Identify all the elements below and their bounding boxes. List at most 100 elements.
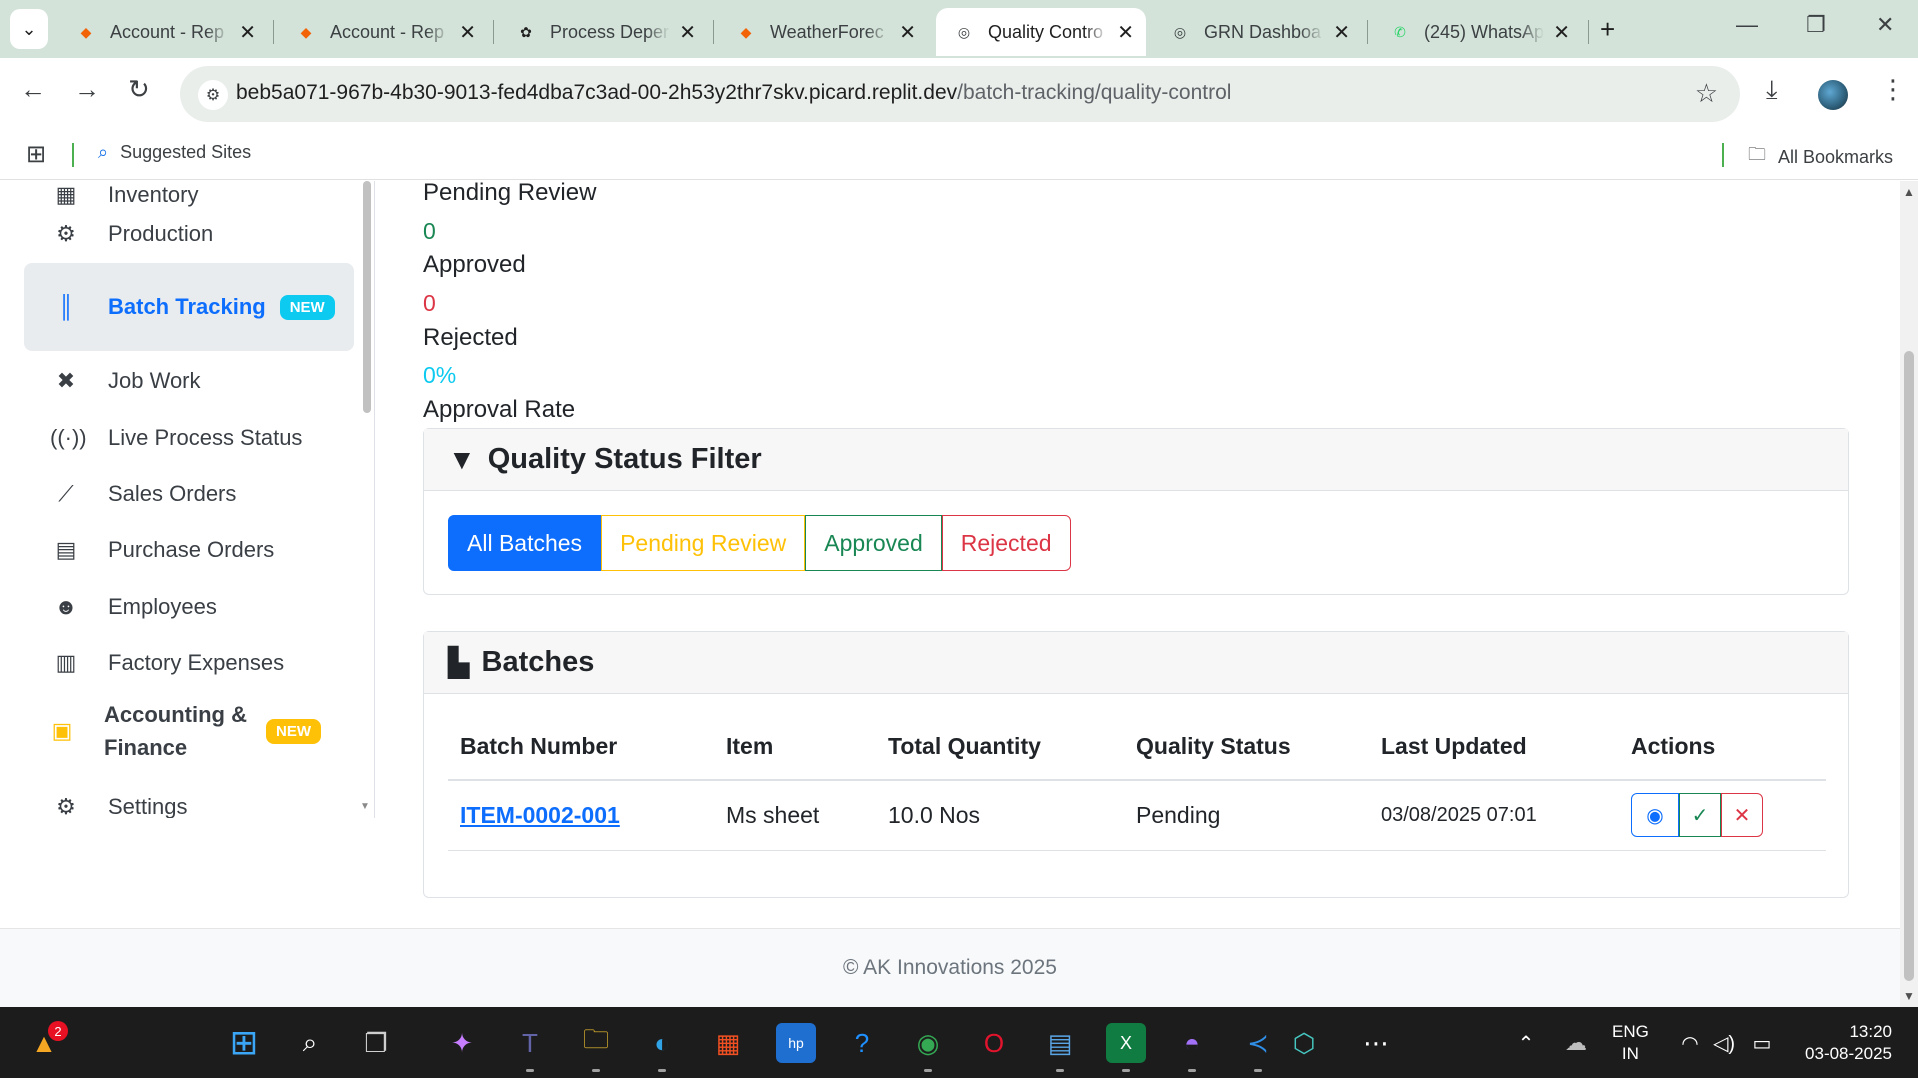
onedrive-icon[interactable]: ☁ [1556, 1023, 1596, 1063]
sidebar-item-factory-expenses[interactable]: ▥ Factory Expenses [24, 635, 354, 691]
store-icon[interactable]: ▦ [708, 1023, 748, 1063]
back-icon[interactable]: ← [20, 74, 46, 105]
sidebar-item-production[interactable]: ⚙ Production [24, 206, 354, 262]
search-icon: ⌕ [98, 142, 109, 162]
clock[interactable]: 13:20 03-08-2025 [1796, 1021, 1892, 1065]
file-explorer-icon[interactable]: 🗀 [576, 1023, 616, 1063]
view-button[interactable]: ◉ [1631, 793, 1679, 838]
close-window-icon[interactable]: ✕ [1876, 12, 1894, 38]
browser-tab[interactable]: ◆ Account - Rep ✕ [278, 8, 488, 56]
help-icon[interactable]: ? [842, 1023, 882, 1063]
replit-icon: ◆ [300, 23, 312, 40]
sidebar-scrollbar[interactable] [363, 181, 371, 413]
url-text[interactable]: beb5a071-967b-4b30-9013-fed4dba7c3ad-00-… [236, 81, 1231, 105]
close-icon[interactable]: ✕ [1553, 20, 1570, 45]
sidebar-item-purchase-orders[interactable]: ▤ Purchase Orders [24, 522, 354, 578]
download-icon[interactable]: ⤓ [1766, 74, 1778, 106]
batches-table: Batch Number Item Total Quantity Quality… [448, 714, 1826, 851]
github-icon[interactable]: ◓ [1172, 1023, 1212, 1063]
browser-tab-strip: ⌄ ◆ Account - Rep ✕ ◆ Account - Rep ✕ ✿ … [0, 0, 1918, 58]
copilot-icon[interactable]: ✦ [442, 1023, 482, 1063]
battery-icon[interactable]: ▭ [1742, 1023, 1782, 1063]
minimize-icon[interactable]: — [1736, 12, 1758, 38]
filter-rejected-button[interactable]: Rejected [941, 515, 1071, 571]
sidebar-item-batch-tracking[interactable]: ║ Batch Tracking NEW [24, 263, 354, 351]
close-icon[interactable]: ✕ [1117, 20, 1134, 45]
teams-icon[interactable]: T [510, 1023, 550, 1063]
browser-tab-active[interactable]: ◎ Quality Contro ✕ [936, 8, 1146, 56]
search-icon[interactable]: ⌕ [290, 1023, 330, 1063]
browser-tab[interactable]: ✿ Process Deper ✕ [498, 8, 708, 56]
col-last-updated: Last Updated [1369, 714, 1619, 781]
last-updated-cell: 03/08/2025 07:01 [1369, 780, 1619, 851]
opera-icon[interactable]: O [974, 1023, 1014, 1063]
reload-icon[interactable]: ↻ [128, 74, 150, 105]
bookmark-star-icon[interactable]: ☆ [1695, 78, 1718, 109]
apps-grid-icon[interactable]: ⊞ [26, 140, 46, 169]
filter-all-batches-button[interactable]: All Batches [448, 515, 602, 571]
windows-start-icon[interactable]: ⊞ [224, 1023, 264, 1063]
reject-button[interactable]: ✕ [1721, 793, 1763, 838]
language-indicator[interactable]: ENG IN [1612, 1021, 1649, 1065]
filter-approved-button[interactable]: Approved [805, 515, 942, 571]
actions-cell: ◉ ✓ ✕ [1619, 780, 1826, 851]
sidebar-item-settings[interactable]: ⚙ Settings [24, 779, 354, 818]
cogs-icon: ⚙ [56, 221, 76, 246]
boxes-icon: ▙ [448, 647, 470, 678]
address-bar[interactable]: ⚙ beb5a071-967b-4b30-9013-fed4dba7c3ad-0… [180, 66, 1740, 122]
profile-avatar[interactable] [1818, 80, 1848, 110]
table-header-row: Batch Number Item Total Quantity Quality… [448, 714, 1826, 781]
forward-icon[interactable]: → [74, 74, 100, 105]
browser-tab[interactable]: ◆ WeatherForec ✕ [718, 8, 928, 56]
batch-number-link[interactable]: ITEM-0002-001 [460, 802, 620, 828]
scroll-down-icon[interactable]: ▼ [1903, 989, 1915, 1003]
sidebar-item-employees[interactable]: ☻ Employees [24, 579, 354, 635]
more-apps-icon[interactable]: ⋯ [1356, 1023, 1396, 1063]
running-indicator [1122, 1069, 1130, 1072]
new-tab-button[interactable]: + [1600, 14, 1615, 45]
row-actions: ◉ ✓ ✕ [1631, 793, 1763, 838]
approve-button[interactable]: ✓ [1679, 793, 1721, 838]
suggested-sites-bookmark[interactable]: ⌕ Suggested Sites [98, 142, 251, 163]
sidebar-item-accounting-finance[interactable]: ▣ Accounting & Finance NEW [24, 691, 354, 771]
col-actions: Actions [1619, 714, 1826, 781]
myhp-icon[interactable]: hp [776, 1023, 816, 1063]
running-indicator [592, 1069, 600, 1072]
page-scrollbar-thumb[interactable] [1904, 351, 1914, 981]
chevron-up-icon[interactable]: ⌃ [1506, 1023, 1546, 1063]
more-menu-icon[interactable]: ⋮ [1880, 74, 1906, 105]
sidebar-item-live-process-status[interactable]: ((·)) Live Process Status [24, 410, 354, 466]
sidebar-scroll-down-icon[interactable]: ▼ [360, 801, 370, 812]
cursor-app-icon[interactable]: ⬡ [1284, 1023, 1324, 1063]
filter-pending-review-button[interactable]: Pending Review [601, 515, 806, 571]
edge-icon[interactable]: ◐ [642, 1023, 682, 1063]
close-icon[interactable]: ✕ [239, 20, 256, 45]
tab-search-button[interactable]: ⌄ [10, 9, 48, 49]
sidebar: ▦ Inventory ⚙ Production ║ Batch Trackin… [0, 181, 375, 818]
close-icon[interactable]: ✕ [459, 20, 476, 45]
chrome-icon[interactable]: ◉ [908, 1023, 948, 1063]
browser-tab[interactable]: ◆ Account - Rep ✕ [58, 8, 268, 56]
filter-icon: ▼ [448, 443, 476, 475]
close-icon[interactable]: ✕ [679, 20, 696, 45]
col-total-quantity: Total Quantity [876, 714, 1124, 781]
task-view-icon[interactable]: ❐ [356, 1023, 396, 1063]
browser-tab[interactable]: ✆ (245) WhatsAp ✕ [1372, 8, 1582, 56]
browser-tab[interactable]: ◎ GRN Dashboa ✕ [1152, 8, 1362, 56]
vscode-icon[interactable]: ≺ [1238, 1023, 1278, 1063]
volume-icon[interactable]: ◁) [1704, 1023, 1744, 1063]
sidebar-item-job-work[interactable]: ✖ Job Work [24, 353, 354, 409]
calculator-icon: ▣ [51, 718, 73, 743]
scroll-up-icon[interactable]: ▲ [1903, 185, 1915, 199]
page-footer: © AK Innovations 2025 [0, 928, 1900, 1007]
excel-icon[interactable]: X [1106, 1023, 1146, 1063]
running-indicator [1188, 1069, 1196, 1072]
restore-icon[interactable]: ❐ [1806, 12, 1826, 38]
site-info-icon[interactable]: ⚙ [198, 80, 228, 110]
sidebar-item-sales-orders[interactable]: ⟋ Sales Orders [24, 466, 354, 522]
close-icon[interactable]: ✕ [1333, 20, 1350, 45]
all-bookmarks[interactable]: 🗀 All Bookmarks [1748, 142, 1893, 172]
close-icon[interactable]: ✕ [899, 20, 916, 45]
barcode-icon: ║ [58, 294, 74, 319]
notepad-icon[interactable]: ▤ [1040, 1023, 1080, 1063]
